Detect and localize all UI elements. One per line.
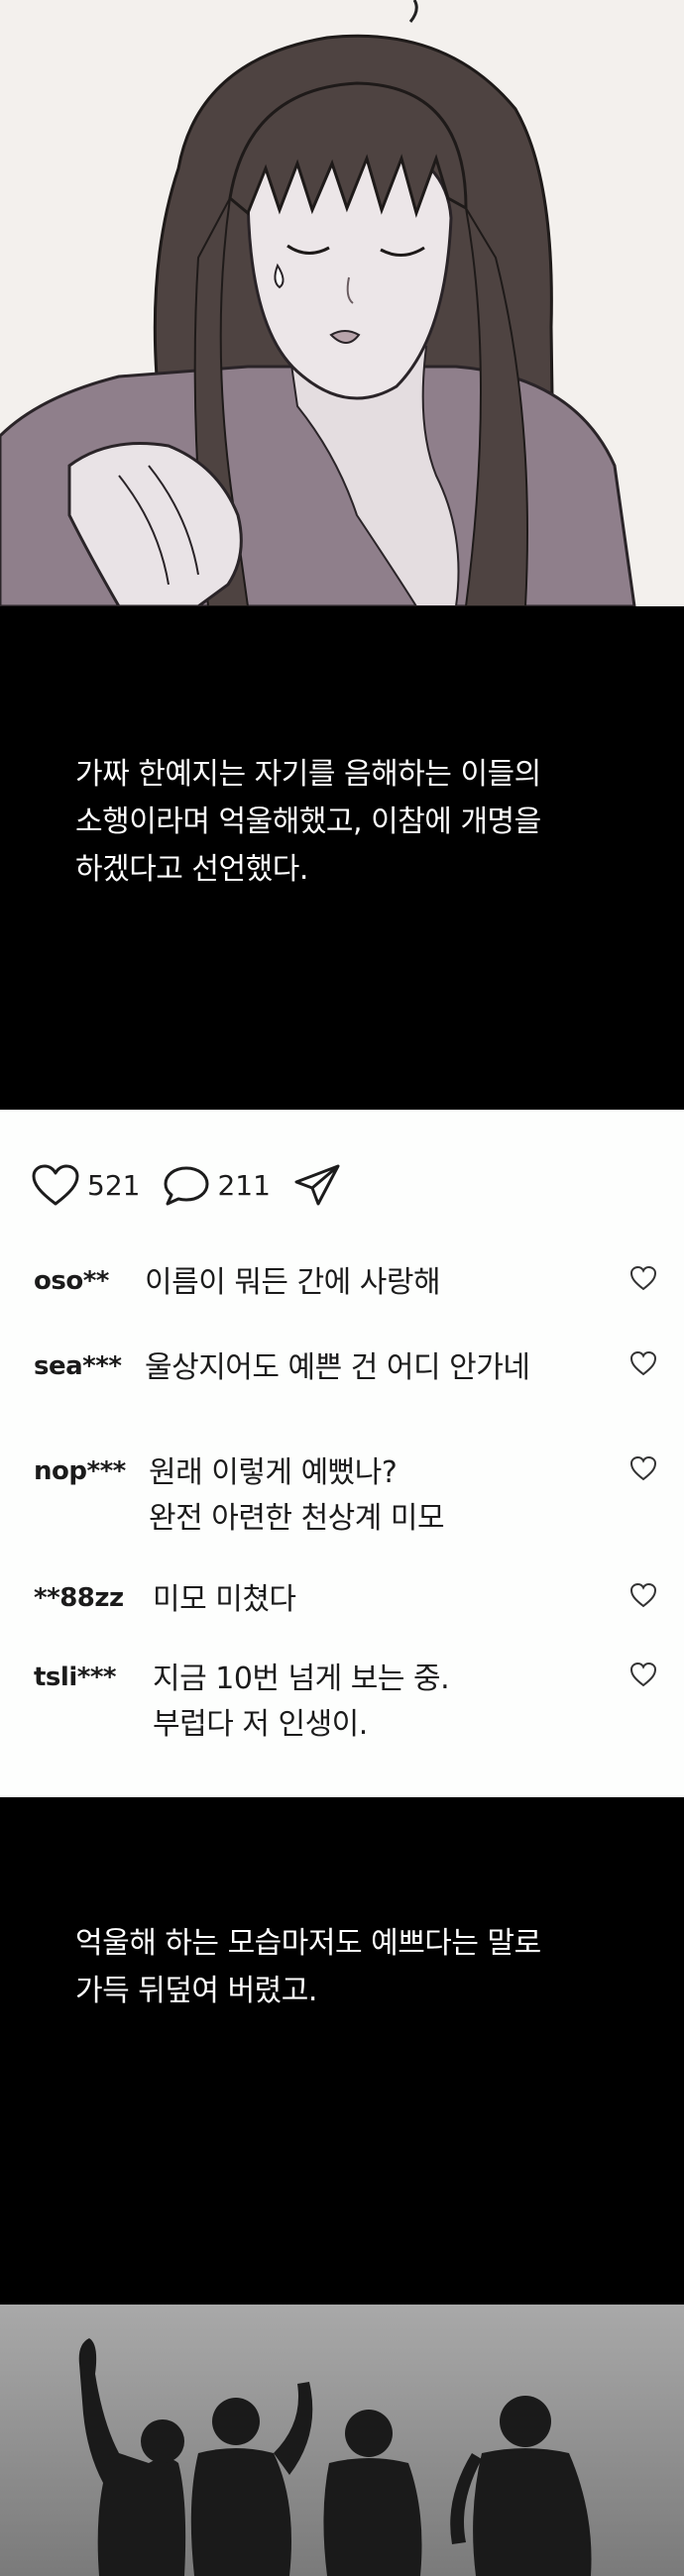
woman-illustration [0, 0, 684, 606]
comment-username[interactable]: sea*** [34, 1351, 122, 1381]
comment-like-button[interactable] [628, 1581, 658, 1613]
comment-line: 부럽다 저 인생이. [153, 1707, 368, 1742]
comment-like-button[interactable] [628, 1349, 658, 1381]
small-heart-outline-icon [629, 1350, 657, 1376]
comment-text: 원래 이렇게 예뻤나? 완전 아련한 천상계 미모 [149, 1450, 445, 1542]
narration-text-2: 억울해 하는 모습마저도 예쁘다는 말로 가득 뒤덮여 버렸고. [75, 1920, 541, 2015]
narration-box-1: 가짜 한예지는 자기를 음해하는 이들의 소행이라며 억울해했고, 이참에 개명… [0, 606, 684, 1110]
narration-line: 하겠다고 선언했다. [75, 852, 308, 887]
comment-like-button[interactable] [628, 1264, 658, 1296]
comment-text: 지금 10번 넘게 보는 중. 부럽다 저 인생이. [153, 1657, 450, 1748]
small-heart-outline-icon [629, 1582, 657, 1608]
like-button[interactable]: 521 [30, 1162, 162, 1208]
silhouette-figure [450, 2396, 592, 2576]
comment-line: 완전 아련한 천상계 미모 [149, 1501, 445, 1536]
comment-text: 울상지어도 예쁜 건 어디 안가네 [145, 1345, 530, 1391]
comment-like-button[interactable] [628, 1661, 658, 1692]
silhouette-figure [323, 2410, 422, 2576]
illustration-panel-woman [0, 0, 684, 606]
like-count: 521 [87, 1168, 141, 1202]
comment-line: 미모 미쳤다 [153, 1582, 296, 1617]
comment-like-button[interactable] [628, 1454, 658, 1486]
narration-line: 가득 뒤덮여 버렸고. [75, 1974, 317, 2008]
share-button[interactable] [292, 1162, 344, 1208]
illustration-panel-silhouettes [0, 2305, 684, 2576]
narration-line: 가짜 한예지는 자기를 음해하는 이들의 [75, 757, 541, 792]
narration-line: 소행이라며 억울해했고, 이참에 개명을 [75, 805, 541, 839]
silhouette-figure [190, 2382, 313, 2576]
comment-username[interactable]: nop*** [34, 1456, 126, 1486]
comment-count: 211 [217, 1168, 271, 1202]
comment-username[interactable]: **88zz [34, 1583, 124, 1613]
small-heart-outline-icon [629, 1265, 657, 1291]
small-heart-outline-icon [629, 1662, 657, 1687]
comment-text: 이름이 뭐든 간에 사랑해 [145, 1260, 441, 1306]
social-post-panel: 521 211 oso** 이름이 뭐든 간에 사랑해 sea*** 울상지어도… [0, 1110, 684, 1797]
comment-line: 지금 10번 넘게 보는 중. [153, 1662, 450, 1696]
comment-username[interactable]: tsli*** [34, 1663, 117, 1692]
crowd-silhouettes-illustration [78, 2338, 592, 2576]
narration-box-2: 억울해 하는 모습마저도 예쁘다는 말로 가득 뒤덮여 버렸고. [0, 1797, 684, 2305]
paper-plane-icon [294, 1164, 340, 1206]
silhouette-figure [78, 2338, 186, 2576]
comment-username[interactable]: oso** [34, 1266, 109, 1296]
comment-text: 미모 미쳤다 [153, 1577, 296, 1623]
small-heart-outline-icon [629, 1455, 657, 1481]
comment-line: 원래 이렇게 예뻤나? [149, 1455, 398, 1490]
comment-line: 이름이 뭐든 간에 사랑해 [145, 1265, 441, 1300]
narration-line: 억울해 하는 모습마저도 예쁘다는 말로 [75, 1926, 541, 1961]
comment-button[interactable]: 211 [162, 1162, 291, 1208]
comment-line: 울상지어도 예쁜 건 어디 안가네 [145, 1350, 530, 1385]
heart-outline-icon [32, 1164, 79, 1206]
narration-text-1: 가짜 한예지는 자기를 음해하는 이들의 소행이라며 억울해했고, 이참에 개명… [75, 751, 541, 894]
speech-bubble-icon [164, 1166, 209, 1206]
reaction-bar: 521 211 [30, 1161, 344, 1209]
